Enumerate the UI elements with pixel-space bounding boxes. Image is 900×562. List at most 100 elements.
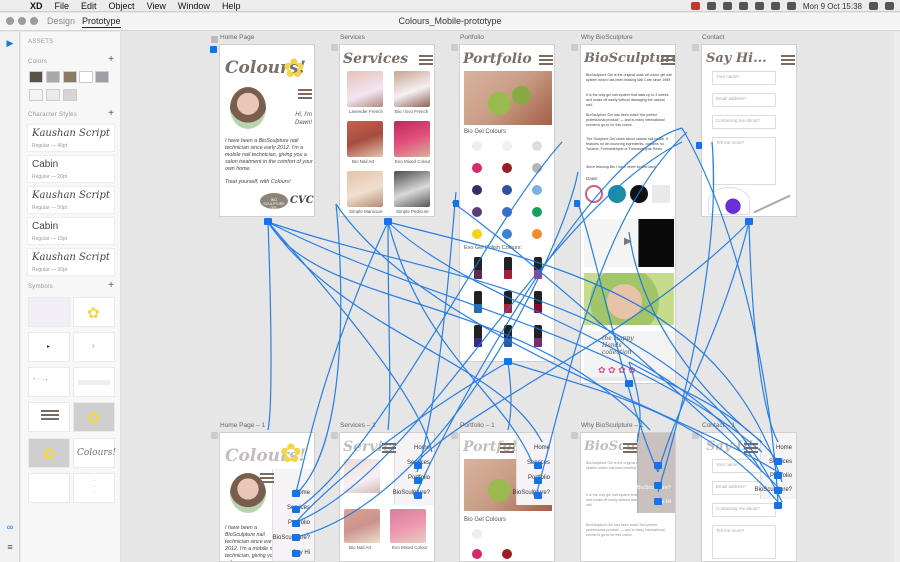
menu-window[interactable]: Window bbox=[172, 1, 216, 11]
character-style-item[interactable]: Kaushan Script Regular — 50pt bbox=[27, 186, 115, 214]
artboard-label[interactable]: Portfolio bbox=[460, 34, 484, 41]
interaction-handle[interactable] bbox=[264, 218, 272, 225]
home-artboard-icon[interactable] bbox=[211, 36, 218, 43]
symbol-tile[interactable] bbox=[73, 367, 115, 397]
interaction-handle[interactable] bbox=[625, 380, 633, 387]
symbol-tile[interactable] bbox=[28, 402, 70, 432]
interaction-handle[interactable] bbox=[774, 458, 782, 465]
video-thumbnail[interactable]: ▶ bbox=[584, 219, 674, 267]
artboard-scroll-icon[interactable] bbox=[331, 44, 338, 51]
nav-biosculpture[interactable]: BioSculpture? bbox=[393, 490, 430, 496]
interaction-handle[interactable] bbox=[292, 490, 300, 497]
artboard-label[interactable]: Home Page – 1 bbox=[220, 422, 265, 429]
app-menu[interactable]: XD bbox=[24, 1, 49, 11]
artboard-label[interactable]: Contact – 1 bbox=[702, 422, 735, 429]
artboard-scroll-icon[interactable] bbox=[331, 432, 338, 439]
wifi-icon[interactable] bbox=[754, 2, 764, 10]
symbol-tile[interactable]: · · · bbox=[73, 473, 115, 503]
color-swatch[interactable] bbox=[63, 89, 77, 101]
interaction-handle[interactable] bbox=[654, 498, 662, 505]
menu-object[interactable]: Object bbox=[103, 1, 141, 11]
message-field[interactable]: Tell me more? bbox=[712, 525, 776, 559]
menu-help[interactable]: Help bbox=[216, 1, 247, 11]
hamburger-menu-icon[interactable] bbox=[382, 443, 396, 454]
artboard-why-biosculpture-1[interactable]: BioSculpture? BioSculpture Gel is the or… bbox=[580, 432, 676, 562]
subject-field[interactable]: Contacting me about? bbox=[712, 503, 776, 517]
interaction-handle[interactable] bbox=[696, 142, 702, 149]
interaction-handle[interactable] bbox=[292, 520, 300, 527]
color-swatch[interactable] bbox=[79, 71, 93, 83]
colors-heading[interactable]: Colors bbox=[28, 59, 47, 65]
symbols-heading[interactable]: Symbols bbox=[28, 284, 53, 290]
artboard-label[interactable]: Services – 1 bbox=[340, 422, 376, 429]
interaction-handle[interactable] bbox=[774, 487, 782, 494]
artboard-contact-1[interactable]: Say Hi... Your name* Email address* Cont… bbox=[701, 432, 797, 562]
select-tool-icon[interactable]: ▶ bbox=[5, 38, 15, 48]
clock[interactable]: Mon 9 Oct 15:38 bbox=[803, 2, 862, 11]
artboard-why-biosculpture[interactable]: BioSculpture? BioSculpture Gel is the or… bbox=[580, 44, 676, 384]
color-swatch[interactable] bbox=[29, 89, 43, 101]
artboard-scroll-icon[interactable] bbox=[211, 432, 218, 439]
symbol-tile[interactable]: - · → bbox=[28, 367, 70, 397]
hamburger-menu-icon[interactable] bbox=[661, 55, 675, 66]
layers-panel-icon[interactable]: ≡ bbox=[5, 542, 15, 552]
symbol-tile[interactable]: ✿ bbox=[73, 402, 115, 432]
hamburger-menu-icon[interactable] bbox=[623, 443, 637, 454]
artboard-label[interactable]: Contact bbox=[702, 34, 724, 41]
color-swatch[interactable] bbox=[95, 71, 109, 83]
artboard-label[interactable]: Home Page bbox=[220, 34, 254, 41]
sync-icon[interactable] bbox=[706, 2, 716, 10]
hamburger-menu-icon[interactable] bbox=[260, 473, 274, 484]
artboard-label[interactable]: Services bbox=[340, 34, 365, 41]
hamburger-menu-icon[interactable] bbox=[500, 443, 514, 454]
interaction-handle[interactable] bbox=[774, 502, 782, 509]
bluetooth-icon[interactable] bbox=[738, 2, 748, 10]
canvas-scrollbar[interactable] bbox=[894, 32, 900, 562]
interaction-handle[interactable] bbox=[292, 550, 300, 557]
add-color-icon[interactable]: + bbox=[108, 54, 114, 65]
character-style-item[interactable]: Cabin Regular — 15pt bbox=[27, 217, 115, 245]
symbol-tile[interactable]: › bbox=[73, 332, 115, 362]
interaction-handle[interactable] bbox=[414, 492, 422, 499]
app-status-icon[interactable] bbox=[690, 2, 700, 10]
interaction-handle[interactable] bbox=[534, 492, 542, 499]
battery-icon[interactable] bbox=[786, 2, 796, 10]
artboard-label[interactable]: Why BioSculpture – 1 bbox=[581, 422, 644, 429]
interaction-handle[interactable] bbox=[745, 218, 753, 225]
hamburger-menu-icon[interactable] bbox=[539, 55, 553, 66]
menu-edit[interactable]: Edit bbox=[75, 1, 103, 11]
color-swatch[interactable] bbox=[46, 89, 60, 101]
symbol-tile[interactable]: Colours! bbox=[73, 438, 116, 468]
color-swatch[interactable] bbox=[46, 71, 60, 83]
symbol-tile[interactable] bbox=[28, 473, 70, 503]
menu-file[interactable]: File bbox=[49, 1, 76, 11]
interaction-handle[interactable] bbox=[774, 472, 782, 479]
hamburger-menu-icon[interactable] bbox=[781, 55, 795, 66]
menu-view[interactable]: View bbox=[141, 1, 172, 11]
symbol-tile[interactable]: ▸ bbox=[28, 332, 70, 362]
symbol-tile[interactable] bbox=[28, 297, 70, 327]
artboard-scroll-icon[interactable] bbox=[571, 432, 578, 439]
interaction-handle[interactable] bbox=[292, 534, 300, 541]
symbol-tile[interactable]: ✿ bbox=[73, 297, 115, 327]
character-style-item[interactable]: Kaushan Script Regular — 40pt bbox=[27, 124, 115, 152]
artboard-services[interactable]: Services Lavender French Bio / Evo Frenc… bbox=[339, 44, 435, 217]
dropbox-icon[interactable] bbox=[722, 2, 732, 10]
artboard-scroll-icon[interactable] bbox=[692, 432, 699, 439]
interaction-handle[interactable] bbox=[534, 477, 542, 484]
interaction-handle[interactable] bbox=[504, 358, 512, 365]
interaction-handle[interactable] bbox=[292, 506, 300, 513]
tab-prototype[interactable]: Prototype bbox=[82, 16, 121, 28]
apple-icon[interactable] bbox=[8, 1, 18, 11]
artboard-label[interactable]: Why BioSculpture bbox=[581, 34, 633, 41]
artboard-home-page-1[interactable]: Colours! I have been a BioSculpture nail… bbox=[219, 432, 315, 562]
volume-icon[interactable] bbox=[770, 2, 780, 10]
interaction-handle[interactable] bbox=[654, 482, 662, 489]
color-swatch[interactable] bbox=[63, 71, 77, 83]
nav-home[interactable]: Home bbox=[414, 445, 430, 451]
nav-biosculpture[interactable]: BioSculpture? bbox=[513, 490, 550, 496]
interaction-handle[interactable] bbox=[574, 200, 580, 207]
home-start-icon[interactable] bbox=[210, 46, 217, 53]
artboard-portfolio[interactable]: Portfolio Bio Gel Colours Evo Gel Polish… bbox=[459, 44, 555, 362]
hamburger-menu-icon[interactable] bbox=[298, 89, 312, 100]
